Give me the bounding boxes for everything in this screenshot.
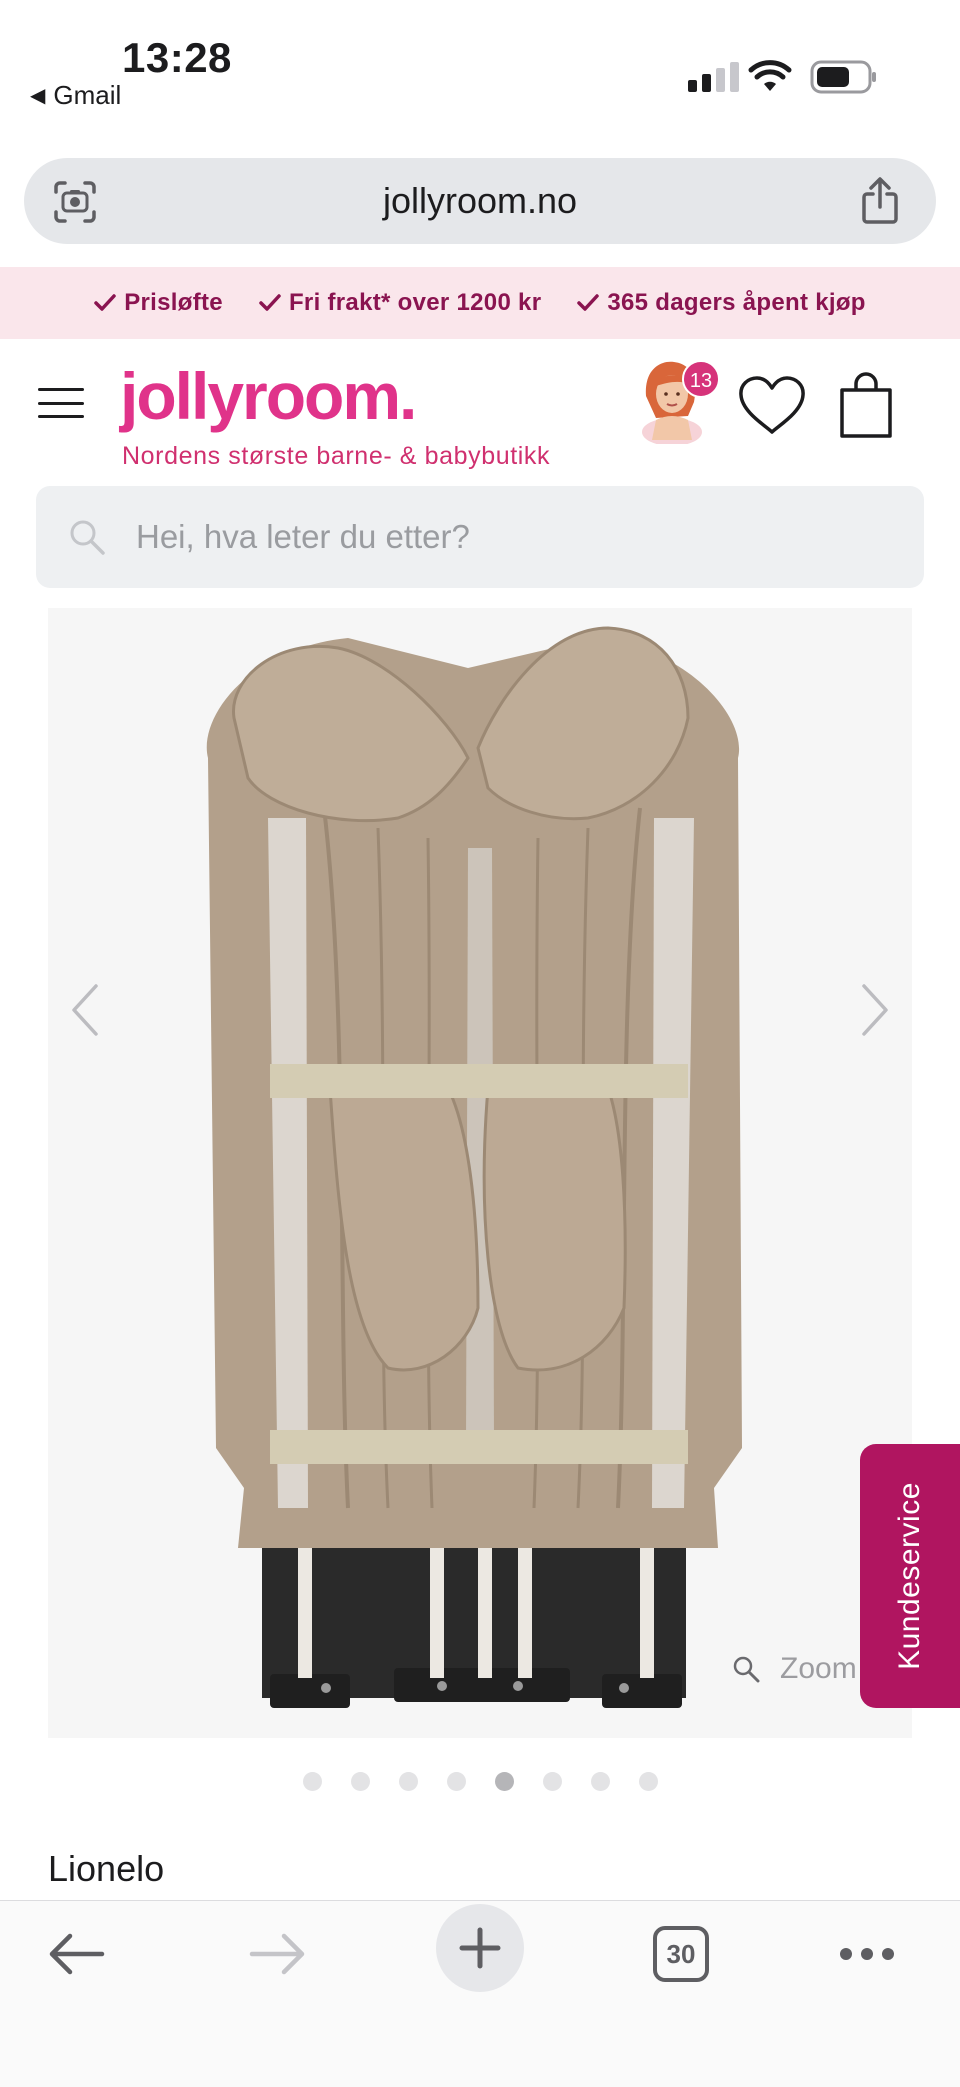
pagination-dot[interactable] xyxy=(542,1772,562,1791)
url-text[interactable]: jollyroom.no xyxy=(24,158,936,244)
shopping-bag-icon[interactable] xyxy=(838,370,894,440)
page: 13:28 ◀ Gmail jollyroom.no Prisløfte Fri… xyxy=(0,0,960,2087)
share-icon[interactable] xyxy=(858,176,902,226)
pagination-dot-active[interactable] xyxy=(494,1772,514,1791)
pagination-dot[interactable] xyxy=(446,1772,466,1791)
pagination-dot[interactable] xyxy=(590,1772,610,1791)
pagination-dot[interactable] xyxy=(398,1772,418,1791)
status-time: 13:28 xyxy=(122,34,232,81)
avatar-badge: 13 xyxy=(682,360,720,398)
gallery-pagination xyxy=(0,1772,960,1791)
zoom-search-icon xyxy=(733,1656,760,1683)
search-box[interactable] xyxy=(36,486,924,588)
usp-label: Fri frakt* over 1200 kr xyxy=(288,289,542,316)
usp-item: 365 dagers åpent kjøp xyxy=(577,289,865,317)
forward-arrow-icon[interactable] xyxy=(248,1930,308,1978)
usp-label: Prisløfte xyxy=(124,289,223,316)
kundeservice-label: Kundeservice xyxy=(893,1482,926,1670)
tabs-count-button[interactable]: 30 xyxy=(653,1926,709,1982)
battery-icon xyxy=(810,60,876,94)
logo[interactable]: jollyroom. xyxy=(120,358,417,434)
back-arrow-icon[interactable] xyxy=(46,1930,106,1978)
back-triangle-icon: ◀ xyxy=(30,85,46,107)
product-image xyxy=(72,626,888,1708)
chevron-left-icon[interactable] xyxy=(60,1130,120,1190)
product-image-gallery[interactable] xyxy=(48,608,912,1738)
signal-strength-icon xyxy=(688,62,739,92)
usp-item: Fri frakt* over 1200 kr xyxy=(259,289,541,317)
zoom-button[interactable]: Zoom xyxy=(732,1652,857,1686)
search-input[interactable] xyxy=(136,486,896,588)
pagination-dot[interactable] xyxy=(638,1772,658,1791)
zoom-label: Zoom xyxy=(780,1652,857,1685)
kundeservice-tab[interactable]: Kundeservice xyxy=(860,1444,960,1708)
url-bar[interactable]: jollyroom.no xyxy=(24,158,936,244)
back-app-label: Gmail xyxy=(53,80,122,110)
usp-label: 365 dagers åpent kjøp xyxy=(607,289,866,316)
new-tab-button[interactable] xyxy=(436,1904,524,1992)
wifi-icon xyxy=(748,60,792,91)
heart-icon[interactable] xyxy=(736,374,808,438)
chevron-right-icon[interactable] xyxy=(840,1130,900,1190)
hamburger-icon[interactable] xyxy=(38,388,84,418)
pagination-dot[interactable] xyxy=(350,1772,370,1791)
more-dots-icon[interactable] xyxy=(838,1944,896,1964)
usp-item: Prisløfte xyxy=(94,289,223,317)
tagline: Nordens største barne- & babybutikk xyxy=(122,442,551,470)
pagination-dot[interactable] xyxy=(302,1772,322,1791)
check-icon xyxy=(259,294,281,311)
plus-icon xyxy=(459,1927,501,1969)
usp-bar: Prisløfte Fri frakt* over 1200 kr 365 da… xyxy=(0,267,960,339)
back-to-app-link[interactable]: ◀ Gmail xyxy=(30,80,121,111)
product-brand[interactable]: Lionelo xyxy=(48,1848,164,1890)
camera-scan-icon[interactable] xyxy=(52,180,98,224)
check-icon xyxy=(94,294,116,311)
check-icon xyxy=(577,294,600,311)
search-icon xyxy=(70,520,105,555)
